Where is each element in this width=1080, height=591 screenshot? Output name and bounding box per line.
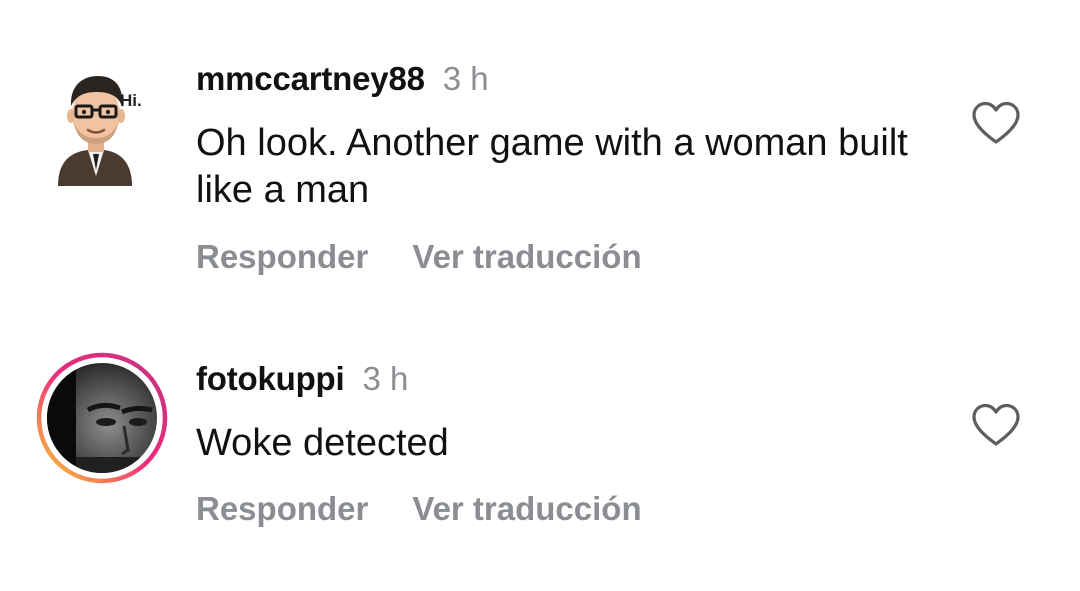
reply-button[interactable]: Responder bbox=[196, 490, 368, 527]
comment-item: Hi. mmccartney88 3 h Oh look. Another gam… bbox=[0, 0, 1080, 300]
comment-actions: Responder Ver traducción bbox=[196, 490, 642, 528]
comment-header: mmccartney88 3 h bbox=[196, 60, 489, 98]
avatar-caption: Hi. bbox=[120, 91, 142, 110]
comment-header: fotokuppi 3 h bbox=[196, 360, 408, 398]
comment-item: fotokuppi 3 h Woke detected Responder Ver … bbox=[0, 340, 1080, 560]
username-link[interactable]: mmccartney88 bbox=[196, 60, 425, 97]
profile-photo-avatar[interactable] bbox=[36, 352, 168, 484]
see-translation-button[interactable]: Ver traducción bbox=[412, 490, 641, 527]
see-translation-button[interactable]: Ver traducción bbox=[412, 238, 641, 275]
comment-text: Woke detected bbox=[196, 422, 449, 464]
username-link[interactable]: fotokuppi bbox=[196, 360, 345, 397]
bitmoji-avatar-icon[interactable]: Hi. bbox=[36, 58, 168, 190]
reply-button[interactable]: Responder bbox=[196, 238, 368, 275]
comment-timestamp: 3 h bbox=[442, 60, 489, 97]
comment-actions: Responder Ver traducción bbox=[196, 238, 642, 276]
comment-timestamp: 3 h bbox=[362, 360, 409, 397]
heart-outline-icon[interactable] bbox=[970, 402, 1022, 448]
comment-text: Oh look. Another game with a woman built… bbox=[196, 122, 908, 211]
heart-outline-icon[interactable] bbox=[970, 100, 1022, 146]
